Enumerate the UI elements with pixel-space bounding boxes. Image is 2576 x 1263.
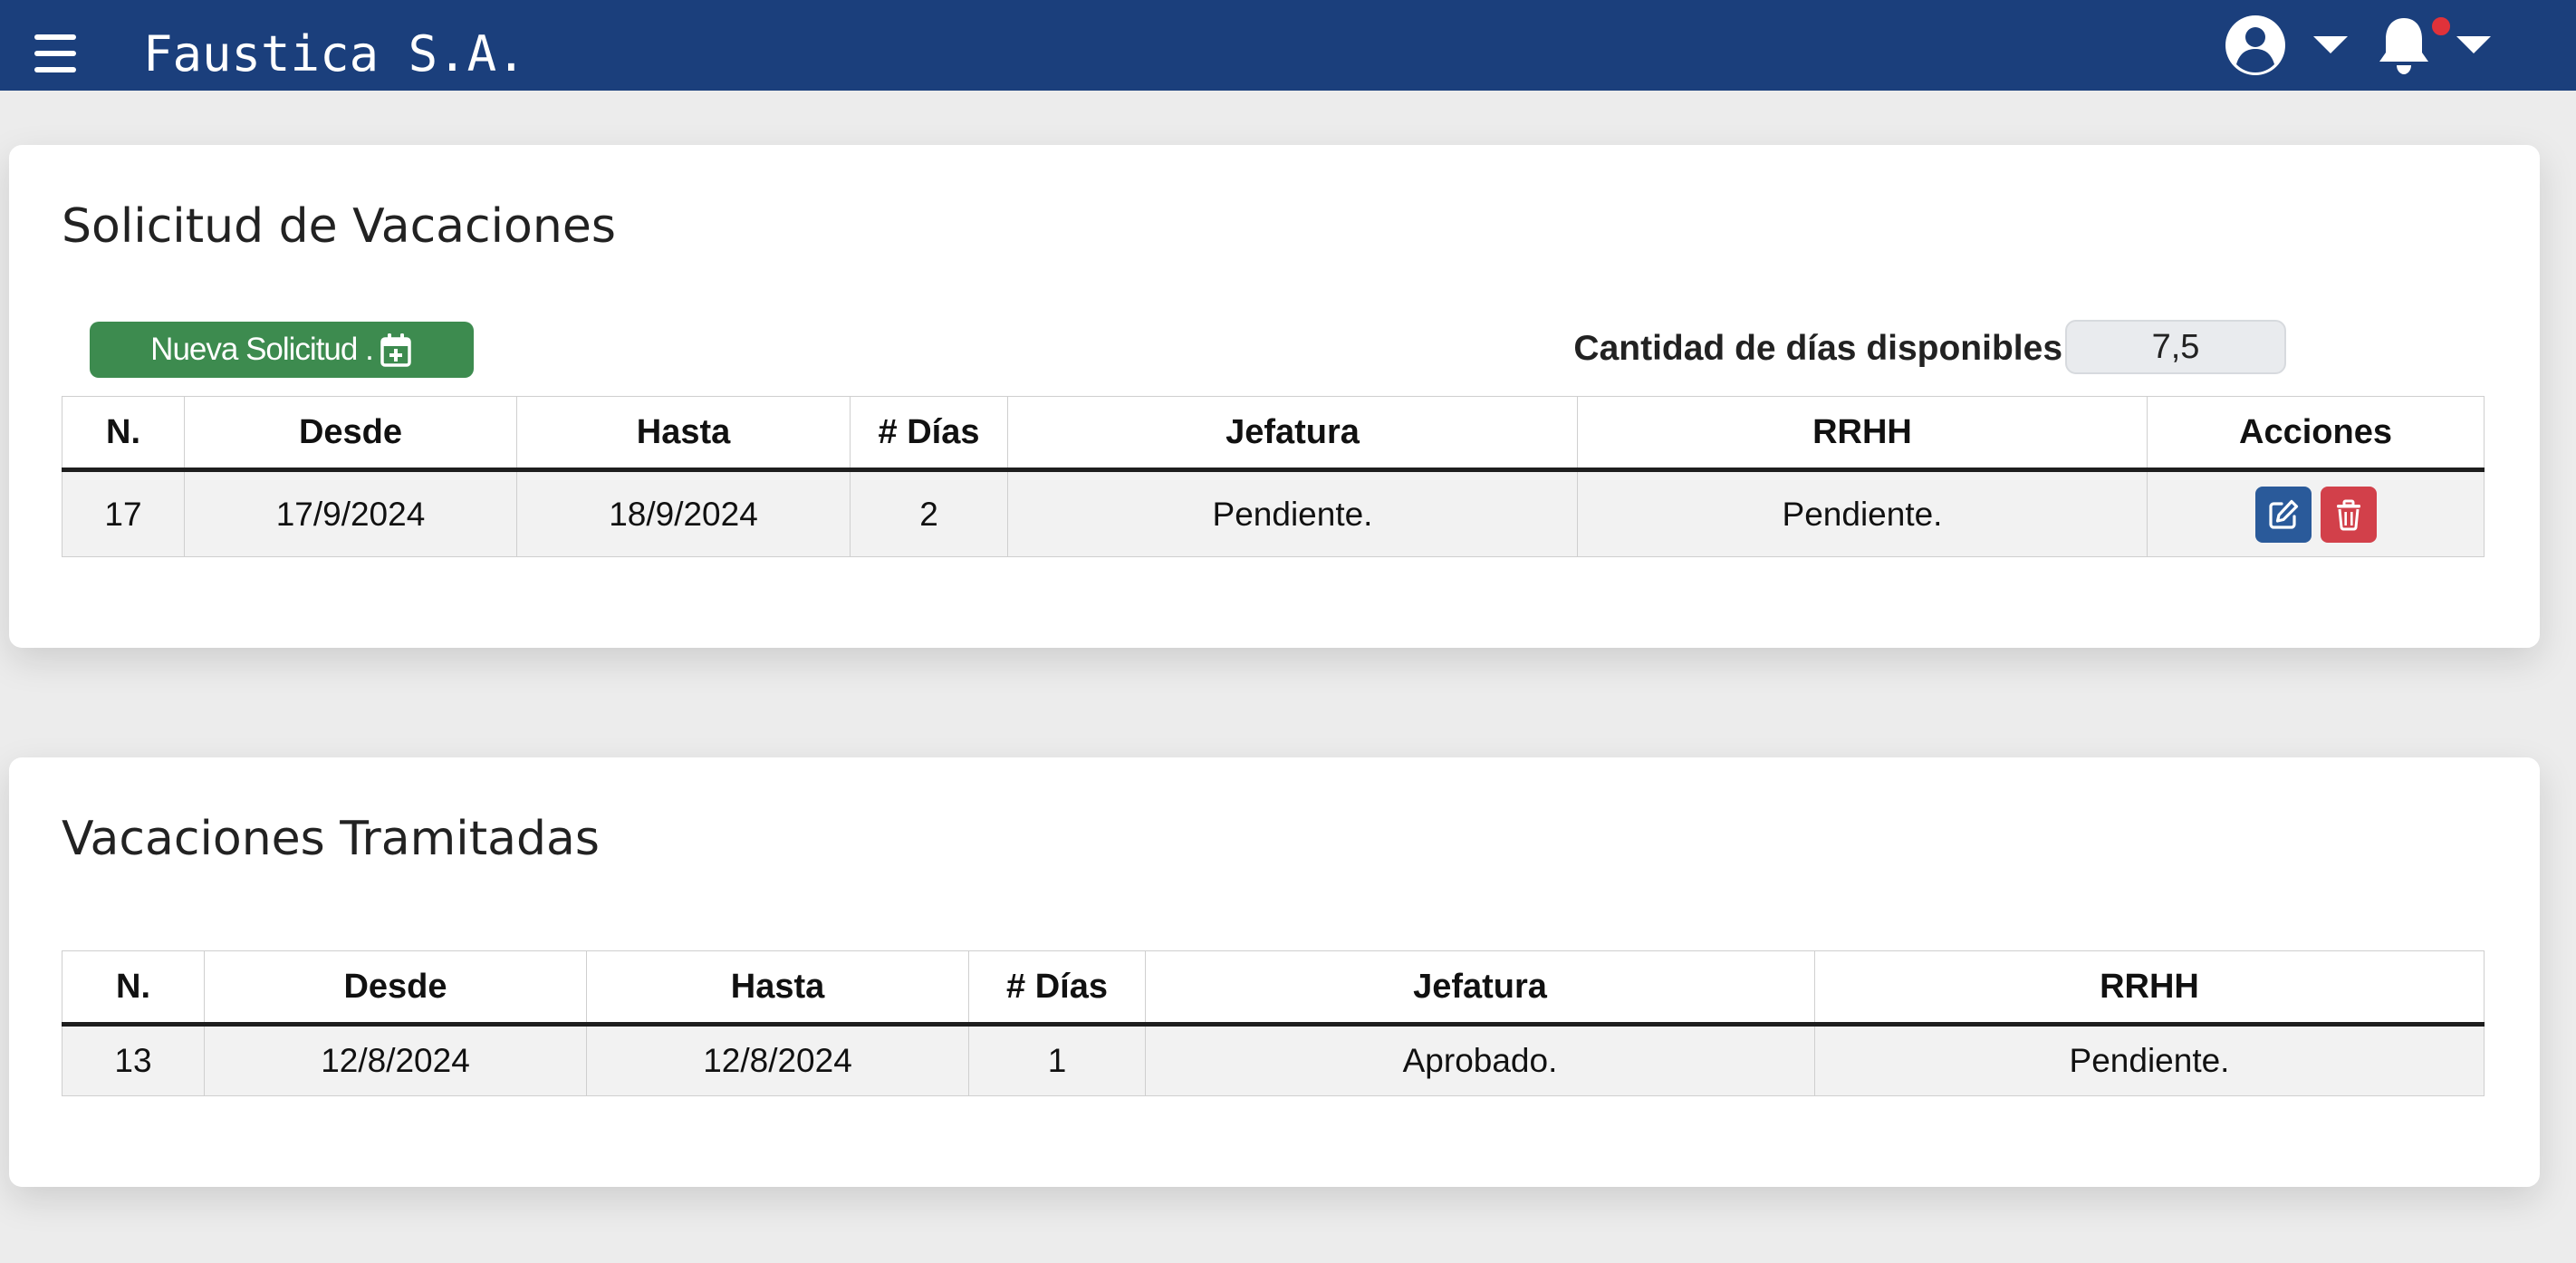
table-header-row: N. Desde Hasta # Días Jefatura RRHH [62,950,2485,1027]
cell-days: 2 [850,469,1008,557]
new-request-button[interactable]: Nueva Solicitud . [90,322,474,378]
page-title: Solicitud de Vacaciones [62,199,616,254]
cell-number: 17 [62,469,185,557]
cell-from: 17/9/2024 [184,469,517,557]
notifications-dropdown[interactable] [2375,14,2491,76]
cell-manager-status: Aprobado. [1145,1024,1815,1096]
bell-icon [2379,18,2428,74]
column-header: N. [62,950,205,1027]
cell-manager-status: Pendiente. [1007,469,1578,557]
table-header-row: N. Desde Hasta # Días Jefatura RRHH Acci… [62,396,2485,472]
table-row: 17 17/9/2024 18/9/2024 2 Pendiente. Pend… [62,469,2485,557]
calendar-plus-icon [380,333,411,367]
column-header: RRHH [1814,950,2485,1027]
cell-hr-status: Pendiente. [1577,469,2148,557]
column-header: RRHH [1577,396,2148,472]
delete-button[interactable] [2320,486,2377,543]
user-circle-icon [2225,15,2285,75]
processed-table: N. Desde Hasta # Días Jefatura RRHH 13 1… [62,950,2485,1096]
column-header: Acciones [2147,396,2485,472]
column-header: # Días [850,396,1008,472]
brand-title: Faustica S.A. [143,25,526,82]
column-header: Desde [204,950,587,1027]
cell-to: 18/9/2024 [516,469,851,557]
vacation-request-card: Solicitud de Vacaciones Nueva Solicitud … [9,145,2540,648]
table-row: 13 12/8/2024 12/8/2024 1 Aprobado. Pendi… [62,1024,2485,1096]
cell-days: 1 [968,1024,1146,1096]
cell-hr-status: Pendiente. [1814,1024,2485,1096]
column-header: # Días [968,950,1146,1027]
notification-dot [2430,15,2452,37]
processed-vacations-card: Vacaciones Tramitadas N. Desde Hasta # D… [9,757,2540,1187]
column-header: Jefatura [1145,950,1815,1027]
available-days-field[interactable] [2065,320,2286,374]
available-days-label: Cantidad de días disponibles: [1573,329,2074,368]
chevron-down-icon [2313,36,2348,53]
top-navbar: Faustica S.A. [0,0,2576,91]
cell-to: 12/8/2024 [586,1024,969,1096]
column-header: Desde [184,396,517,472]
edit-icon [2268,499,2298,529]
cell-from: 12/8/2024 [204,1024,587,1096]
column-header: N. [62,396,185,472]
section-title: Vacaciones Tramitadas [62,812,600,866]
requests-table: N. Desde Hasta # Días Jefatura RRHH Acci… [62,396,2485,557]
hamburger-menu-icon[interactable] [34,34,76,72]
user-menu-dropdown[interactable] [2225,14,2348,76]
new-request-button-label: Nueva Solicitud . [150,332,374,367]
column-header: Hasta [516,396,851,472]
cell-actions [2147,469,2485,557]
trash-icon [2336,499,2360,530]
column-header: Hasta [586,950,969,1027]
cell-number: 13 [62,1024,205,1096]
chevron-down-icon [2456,36,2491,53]
column-header: Jefatura [1007,396,1578,472]
edit-button[interactable] [2254,486,2312,543]
